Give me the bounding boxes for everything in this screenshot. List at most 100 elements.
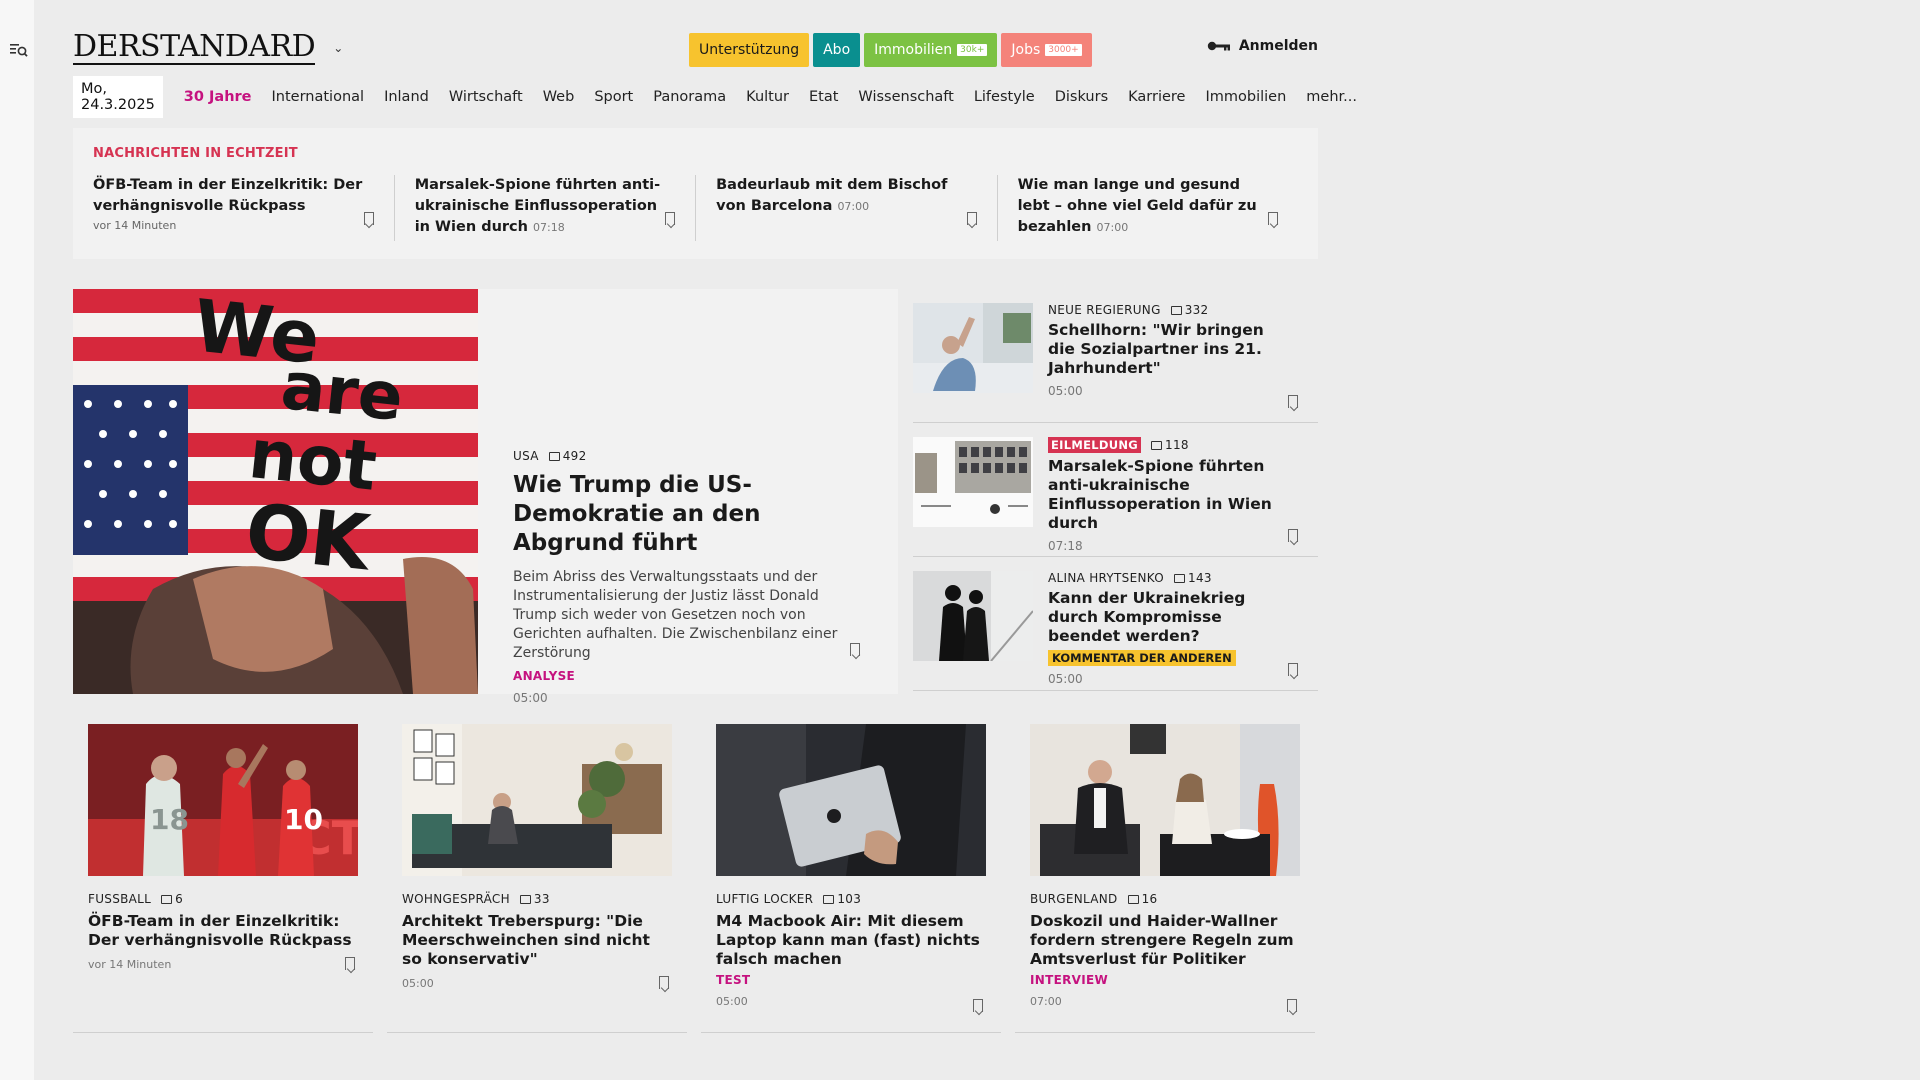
hero-time: 05:00 [513, 691, 548, 705]
comment-count[interactable]: 16 [1127, 892, 1158, 906]
login-button[interactable]: Anmelden [1207, 38, 1318, 54]
article-card[interactable]: LUFTIG LOCKER 103 M4 Macbook Air: Mit die… [701, 724, 1001, 1033]
nav-item-immobilien[interactable]: Immobilien [1205, 89, 1286, 105]
live-news-item[interactable]: Wie man lange und gesund lebt – ohne vie… [996, 175, 1298, 241]
nav-item-more[interactable]: mehr... [1306, 89, 1357, 105]
card-title[interactable]: M4 Macbook Air: Mit diesem Laptop kann m… [716, 912, 986, 969]
side-author: ALINA HRYTSENKO [1048, 571, 1165, 585]
live-news-item[interactable]: Marsalek-Spione führten anti-ukrainische… [393, 175, 695, 241]
comment-count[interactable]: 492 [548, 449, 587, 463]
immobilien-button[interactable]: Immobilien 30k+ [864, 33, 998, 67]
article-card[interactable]: BURGENLAND 16 Doskozil und Haider-Wallner… [1015, 724, 1315, 1033]
comment-count[interactable]: 143 [1174, 571, 1212, 585]
bookmark-icon[interactable] [1288, 395, 1298, 408]
article-card[interactable]: CT 18 10 FUSSBALL 6 ÖFB-Team in der Einze… [73, 724, 373, 1033]
side-title[interactable]: Kann der Ukrainekrieg durch Kompromisse … [1048, 589, 1288, 646]
nav-item-lifestyle[interactable]: Lifestyle [974, 89, 1035, 105]
bookmark-icon[interactable] [363, 212, 374, 225]
immobilien-label: Immobilien [874, 42, 953, 58]
comment-count[interactable]: 332 [1170, 303, 1209, 317]
nav-item-sport[interactable]: Sport [594, 89, 633, 105]
opinion-tag: KOMMENTAR DER ANDEREN [1048, 650, 1236, 666]
abo-label: Abo [823, 42, 851, 58]
card-title[interactable]: Doskozil und Haider-Wallner fordern stre… [1030, 912, 1300, 969]
nav-item-wirtschaft[interactable]: Wirtschaft [449, 89, 523, 105]
nav-item-panorama[interactable]: Panorama [653, 89, 726, 105]
abo-button[interactable]: Abo [813, 33, 861, 67]
side-article-list: NEUE REGIERUNG 332 Schellhorn: "Wir bring… [913, 289, 1318, 691]
side-title[interactable]: Marsalek-Spione führten anti-ukrainische… [1048, 457, 1288, 533]
comment-count-value: 118 [1165, 438, 1189, 452]
live-news-title[interactable]: Wie man lange und gesund lebt – ohne vie… [1018, 175, 1276, 238]
live-news-item[interactable]: ÖFB-Team in der Einzelkritik: Der verhän… [93, 175, 394, 241]
masthead: DERSTANDARD ⌄ [73, 30, 343, 66]
live-news-title[interactable]: Badeurlaub mit dem Bischof von Barcelona… [716, 175, 974, 217]
comment-count-value: 6 [175, 892, 184, 906]
hero-title[interactable]: Wie Trump die US-Demokratie an den Abgru… [513, 471, 862, 558]
bookmark-icon[interactable] [850, 643, 860, 656]
nav-item-30-jahre[interactable]: 30 Jahre [184, 89, 252, 105]
nav-item-karriere[interactable]: Karriere [1128, 89, 1185, 105]
comment-icon [1174, 573, 1186, 583]
bookmark-icon[interactable] [665, 212, 676, 225]
jobs-button[interactable]: Jobs 3000+ [1001, 33, 1092, 67]
nav-item-web[interactable]: Web [543, 89, 575, 105]
live-news-title[interactable]: Marsalek-Spione führten anti-ukrainische… [415, 175, 673, 238]
side-article[interactable]: EILMELDUNG 118 Marsalek-Spione führten an… [913, 423, 1318, 557]
login-label: Anmelden [1238, 38, 1318, 54]
nav-item-etat[interactable]: Etat [809, 89, 838, 105]
live-news-item[interactable]: Badeurlaub mit dem Bischof von Barcelona… [695, 175, 996, 241]
hero-kicker: USA 492 [513, 449, 862, 463]
site-logo[interactable]: DERSTANDARD [73, 31, 316, 65]
nav-item-international[interactable]: International [272, 89, 365, 105]
comment-count[interactable]: 33 [519, 892, 550, 906]
article-image[interactable]: CT 18 10 [88, 724, 358, 876]
comment-count-value: 143 [1188, 571, 1212, 585]
article-image[interactable] [716, 724, 986, 876]
comment-count-value: 16 [1141, 892, 1158, 906]
article-thumbnail[interactable] [913, 571, 1033, 661]
nav-item-inland[interactable]: Inland [384, 89, 429, 105]
comment-count[interactable]: 118 [1151, 438, 1189, 452]
article-thumbnail[interactable] [913, 303, 1033, 393]
article-thumbnail[interactable] [913, 437, 1033, 527]
hero-image[interactable]: We are not OK [73, 289, 478, 694]
bookmark-icon[interactable] [1288, 663, 1298, 676]
card-title[interactable]: Architekt Treberspurg: "Die Meerschweinc… [402, 912, 672, 969]
card-time: vor 14 Minuten [88, 958, 172, 971]
card-title[interactable]: ÖFB-Team in der Einzelkritik: Der verhän… [88, 912, 358, 950]
card-kicker: WOHNGESPRÄCH 33 [402, 892, 672, 906]
bookmark-icon[interactable] [966, 212, 977, 225]
side-section: NEUE REGIERUNG [1048, 303, 1161, 317]
bookmark-icon[interactable] [1268, 212, 1278, 225]
bookmark-icon[interactable] [1287, 999, 1297, 1012]
comment-count[interactable]: 103 [823, 892, 861, 906]
bookmark-icon[interactable] [659, 976, 669, 989]
article-image[interactable] [1030, 724, 1300, 876]
menu-search-icon[interactable] [10, 42, 28, 58]
support-button[interactable]: Unterstützung [689, 33, 810, 67]
card-section: FUSSBALL [88, 892, 152, 906]
card-time: 05:00 [716, 995, 748, 1008]
hero-article[interactable]: We are not OK USA 492 Wie Trump die US-D… [73, 289, 898, 705]
bookmark-icon[interactable] [1288, 529, 1298, 542]
nav-item-kultur[interactable]: Kultur [746, 89, 789, 105]
chevron-down-icon[interactable]: ⌄ [333, 41, 343, 55]
bookmark-icon[interactable] [973, 999, 983, 1012]
nav-item-diskurs[interactable]: Diskurs [1055, 89, 1108, 105]
card-kicker: LUFTIG LOCKER 103 [716, 892, 986, 906]
comment-count[interactable]: 6 [161, 892, 183, 906]
nav-item-wissenschaft[interactable]: Wissenschaft [858, 89, 953, 105]
article-image[interactable] [402, 724, 672, 876]
comment-count-value: 332 [1184, 303, 1209, 317]
article-card[interactable]: WOHNGESPRÄCH 33 Architekt Treberspurg: "D… [387, 724, 687, 1033]
protest-sign-image: We are not OK [73, 289, 478, 694]
side-time: 07:18 [1048, 539, 1083, 553]
hero-tagline: ANALYSE [513, 669, 576, 683]
bookmark-icon[interactable] [345, 957, 355, 970]
side-article[interactable]: ALINA HRYTSENKO 143 Kann der Ukrainekrieg… [913, 557, 1318, 691]
side-title[interactable]: Schellhorn: "Wir bringen die Sozialpartn… [1048, 321, 1288, 378]
live-news-title[interactable]: ÖFB-Team in der Einzelkritik: Der verhän… [93, 175, 372, 217]
side-article[interactable]: NEUE REGIERUNG 332 Schellhorn: "Wir bring… [913, 289, 1318, 423]
hero-section: USA [513, 449, 539, 463]
